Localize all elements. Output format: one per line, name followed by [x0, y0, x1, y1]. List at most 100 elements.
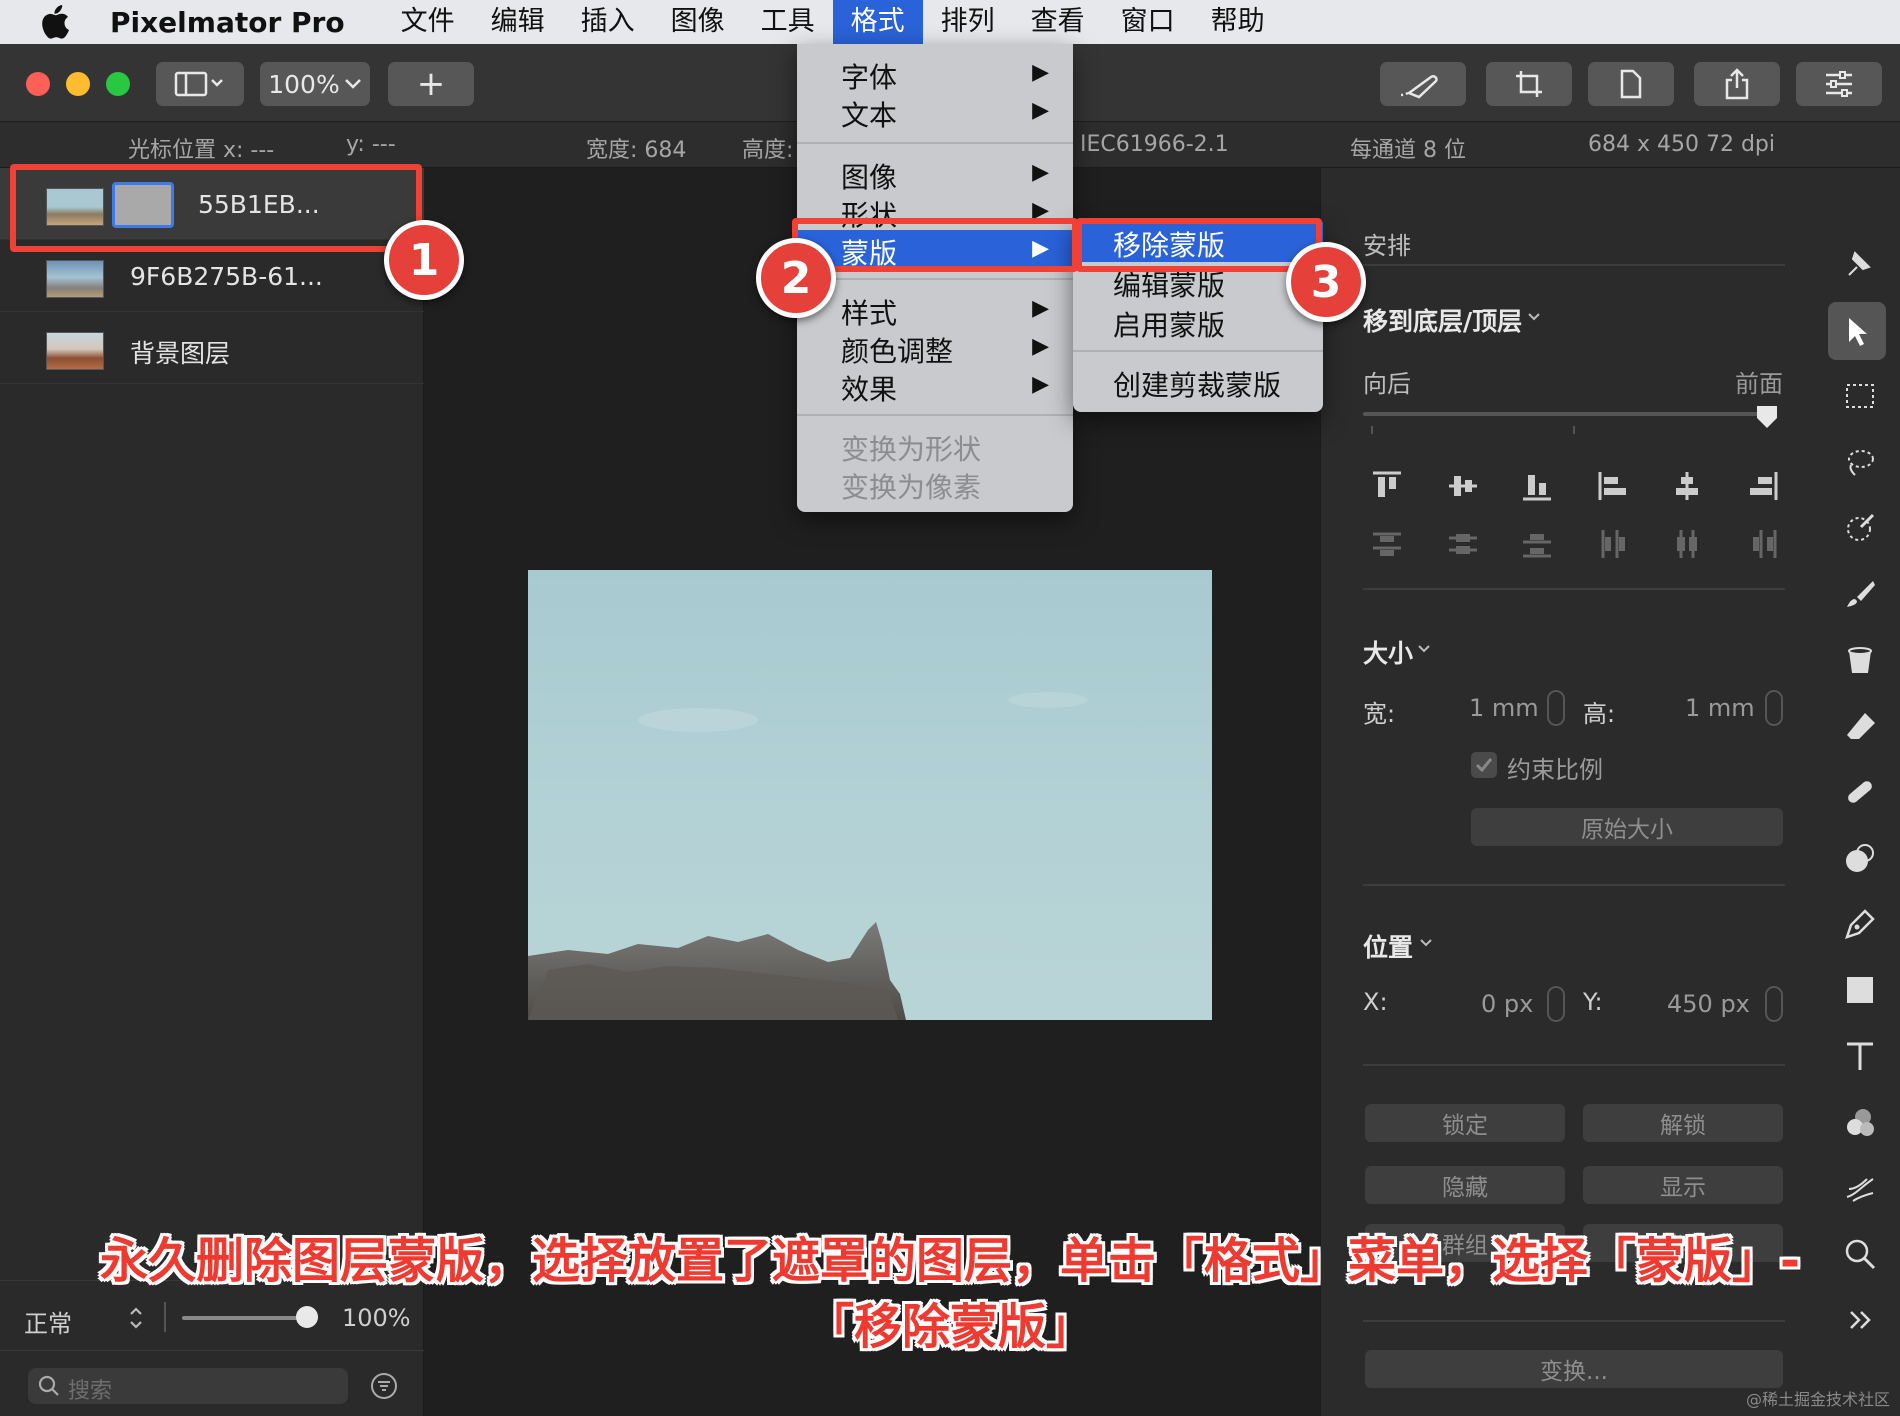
step-badge-2: 2 [756, 238, 836, 318]
minimize-window-button[interactable] [66, 72, 90, 96]
chevron-down-icon[interactable] [1527, 312, 1541, 322]
lock-button[interactable]: 锁定 [1365, 1104, 1565, 1142]
move-to-dropdown[interactable]: 移到底层/顶层 [1363, 302, 1522, 338]
chevron-down-icon[interactable] [1419, 938, 1433, 948]
constrain-checkbox[interactable] [1471, 752, 1497, 778]
arrange-tool-icon[interactable] [1840, 242, 1880, 282]
menu-separator [797, 142, 1073, 144]
layer-row[interactable]: 背景图层 [0, 312, 424, 384]
share-button[interactable] [1694, 62, 1780, 106]
layer-search-input[interactable]: 搜索 [28, 1368, 348, 1404]
close-window-button[interactable] [26, 72, 50, 96]
format-menu-item-text[interactable]: 文本 ▶ [797, 92, 1073, 132]
distribute-center-icon[interactable] [1447, 528, 1479, 560]
cursor-y-readout: y: --- [346, 132, 396, 157]
color-picker-icon[interactable] [1840, 1102, 1880, 1142]
unlock-button[interactable]: 解锁 [1583, 1104, 1783, 1142]
x-position-field[interactable]: 0 px [1481, 990, 1533, 1018]
menu-file[interactable]: 文件 [383, 0, 473, 44]
menu-arrange[interactable]: 排列 [923, 0, 1013, 44]
distribute-top-icon[interactable] [1371, 528, 1403, 560]
align-bottom-icon[interactable] [1521, 470, 1553, 502]
distribute-left-icon[interactable] [1597, 528, 1629, 560]
share-icon [1725, 68, 1749, 100]
stacking-order-slider[interactable] [1363, 412, 1773, 416]
align-horizontal-center-icon[interactable] [1671, 470, 1703, 502]
format-menu-item-style[interactable]: 样式 ▶ [797, 290, 1073, 330]
menu-edit[interactable]: 编辑 [473, 0, 563, 44]
eraser-icon[interactable] [1840, 706, 1880, 746]
select-arrow-tool-icon[interactable] [1828, 302, 1886, 360]
y-position-field[interactable]: 450 px [1667, 990, 1750, 1018]
distribute-bottom-icon[interactable] [1521, 528, 1553, 560]
menu-item-label: 变换为形状 [841, 433, 982, 466]
divider [1363, 1064, 1785, 1066]
quick-selection-icon[interactable] [1840, 508, 1880, 548]
crop-icon [1516, 71, 1542, 97]
sidebar-toggle-button[interactable] [156, 62, 244, 106]
repair-bandage-icon[interactable] [1840, 772, 1880, 812]
clone-stamp-icon[interactable] [1840, 838, 1880, 878]
format-menu-item-color-adjust[interactable]: 颜色调整 ▶ [797, 328, 1073, 368]
add-button[interactable]: + [388, 62, 474, 106]
format-menu-item-effects[interactable]: 效果 ▶ [797, 366, 1073, 406]
apple-logo-icon[interactable] [0, 0, 110, 44]
distort-tool-icon[interactable] [1840, 1168, 1880, 1208]
x-position-stepper[interactable] [1547, 986, 1565, 1022]
format-menu-item-font[interactable]: 字体 ▶ [797, 54, 1073, 94]
submenu-arrow-icon: ▶ [1032, 160, 1049, 185]
hide-button[interactable]: 隐藏 [1365, 1166, 1565, 1204]
stacking-order-slider-knob[interactable] [1755, 404, 1779, 430]
distribute-horizontal-icon[interactable] [1671, 528, 1703, 560]
text-tool-icon[interactable] [1840, 1036, 1880, 1076]
align-vertical-center-icon[interactable] [1447, 470, 1479, 502]
distribute-right-icon[interactable] [1747, 528, 1779, 560]
format-menu-item-image[interactable]: 图像 ▶ [797, 154, 1073, 194]
menu-tools[interactable]: 工具 [743, 0, 833, 44]
menu-view[interactable]: 查看 [1013, 0, 1103, 44]
submenu-item-enable-mask[interactable]: 启用蒙版 [1073, 302, 1323, 342]
y-position-stepper[interactable] [1765, 986, 1783, 1022]
filter-icon[interactable] [370, 1372, 398, 1400]
sidebar-icon [174, 71, 223, 97]
canvas-image[interactable] [528, 570, 1212, 1020]
chevron-down-icon[interactable] [1417, 644, 1431, 654]
rectangular-selection-icon[interactable] [1840, 376, 1880, 416]
lasso-tool-icon[interactable] [1840, 442, 1880, 482]
app-name-menu[interactable]: Pixelmator Pro [110, 6, 345, 39]
position-section-title[interactable]: 位置 [1363, 928, 1413, 964]
height-stepper[interactable] [1765, 690, 1783, 726]
rectangle-shape-icon[interactable] [1840, 970, 1880, 1010]
original-size-button[interactable]: 原始大小 [1471, 808, 1783, 846]
width-field[interactable]: 1 mm [1469, 694, 1539, 722]
step-badge-1: 1 [384, 220, 464, 300]
menu-image[interactable]: 图像 [653, 0, 743, 44]
menu-help[interactable]: 帮助 [1193, 0, 1283, 44]
crop-button[interactable] [1486, 62, 1572, 106]
layer-thumbnail [46, 260, 104, 298]
divider [1363, 884, 1785, 886]
align-top-icon[interactable] [1371, 470, 1403, 502]
paint-bucket-icon[interactable] [1840, 640, 1880, 680]
submenu-item-create-clipping-mask[interactable]: 创建剪裁蒙版 [1073, 362, 1323, 402]
forward-label: 前面 [1735, 370, 1783, 398]
menu-window[interactable]: 窗口 [1103, 0, 1193, 44]
submenu-arrow-icon: ▶ [1032, 296, 1049, 321]
width-stepper[interactable] [1547, 690, 1565, 726]
height-field[interactable]: 1 mm [1685, 694, 1755, 722]
caption-line-1: 永久删除图层蒙版，选择放置了遮罩的图层，单击「格式」菜单，选择「蒙版」- [100, 1233, 1800, 1289]
adjustments-button[interactable] [1796, 62, 1882, 106]
paint-brush-icon[interactable] [1840, 574, 1880, 614]
slider-tick [1573, 426, 1575, 434]
pen-tool-icon[interactable] [1840, 904, 1880, 944]
zoom-level-dropdown[interactable]: 100% [260, 62, 370, 106]
size-section-title[interactable]: 大小 [1363, 634, 1413, 670]
menu-insert[interactable]: 插入 [563, 0, 653, 44]
align-right-icon[interactable] [1747, 470, 1779, 502]
document-button[interactable] [1588, 62, 1674, 106]
menu-format[interactable]: 格式 [832, 0, 923, 44]
align-left-icon[interactable] [1597, 470, 1629, 502]
tools-toggle-button[interactable] [1380, 62, 1466, 106]
show-button[interactable]: 显示 [1583, 1166, 1783, 1204]
zoom-window-button[interactable] [106, 72, 130, 96]
